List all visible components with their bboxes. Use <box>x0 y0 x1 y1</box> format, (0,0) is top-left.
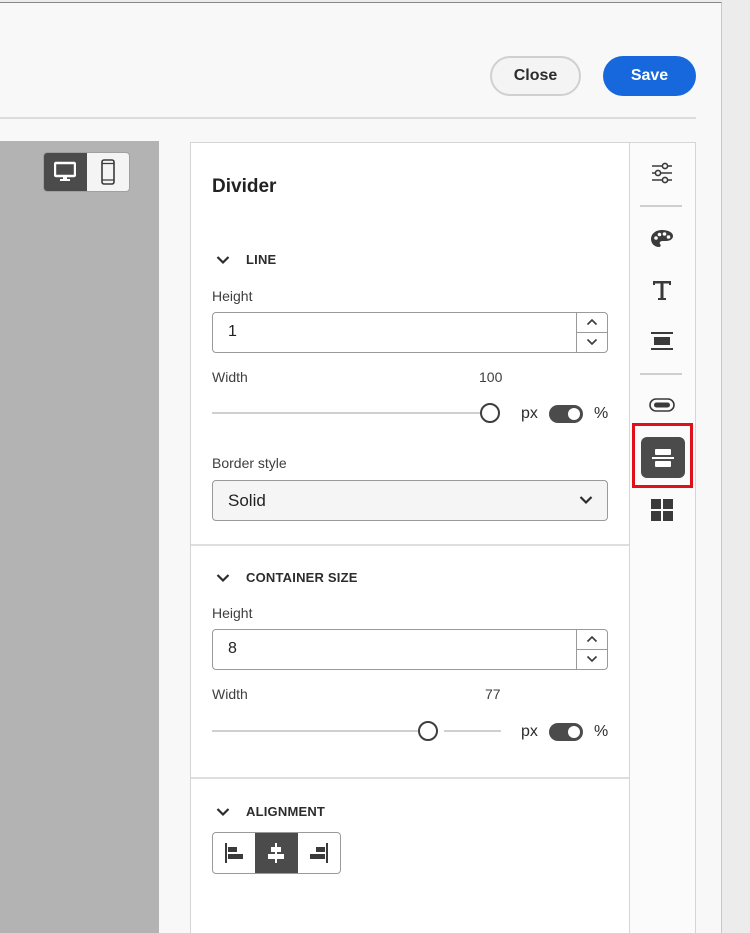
container-height-field[interactable]: 8 <box>212 629 608 670</box>
line-section-header[interactable]: LINE <box>216 252 276 267</box>
text-icon <box>653 281 671 300</box>
border-style-select[interactable]: Solid <box>212 480 608 521</box>
chevron-down-icon <box>586 339 598 346</box>
rail-divider <box>640 373 682 375</box>
header-divider <box>0 117 696 119</box>
close-button[interactable]: Close <box>490 56 581 96</box>
container-width-slider-thumb[interactable] <box>418 721 438 741</box>
panel-title: Divider <box>212 176 277 197</box>
align-left-button[interactable] <box>213 833 255 873</box>
chevron-down-icon <box>586 656 598 663</box>
chevron-up-icon <box>586 319 598 326</box>
align-left-icon <box>225 843 244 863</box>
divider-tab[interactable] <box>641 437 685 478</box>
line-height-label: Height <box>212 288 253 304</box>
divider-spacing-icon <box>651 332 673 350</box>
line-width-label: Width <box>212 369 248 385</box>
container-height-value[interactable]: 8 <box>228 640 237 658</box>
container-width-slider-rest[interactable] <box>444 730 501 732</box>
line-unit-toggle[interactable] <box>549 405 583 423</box>
chevron-down-icon <box>216 807 230 816</box>
save-button[interactable]: Save <box>603 56 696 96</box>
line-height-field[interactable]: 1 <box>212 312 608 353</box>
desktop-icon <box>54 161 77 181</box>
sliders-icon <box>652 162 672 184</box>
settings-tab[interactable] <box>647 158 677 188</box>
container-section-title: CONTAINER SIZE <box>246 570 358 585</box>
border-style-label: Border style <box>212 455 287 471</box>
container-unit-px: px <box>521 723 538 740</box>
layout-tab[interactable] <box>647 495 677 525</box>
mobile-view-button[interactable] <box>87 153 130 191</box>
decrement-button[interactable] <box>577 333 607 353</box>
button-icon <box>649 398 675 412</box>
chevron-up-icon <box>586 636 598 643</box>
align-center-icon <box>268 843 285 863</box>
container-unit-toggle[interactable] <box>549 723 583 741</box>
section-divider <box>191 544 629 546</box>
alignment-section-title: ALIGNMENT <box>246 804 326 819</box>
container-width-slider-track[interactable] <box>212 730 418 732</box>
container-width-value: 77 <box>485 686 501 702</box>
line-height-stepper <box>576 313 607 352</box>
border-style-value: Solid <box>228 491 266 510</box>
line-width-slider-thumb[interactable] <box>480 403 500 423</box>
divider-icon <box>652 448 674 467</box>
container-height-stepper <box>576 630 607 669</box>
preview-canvas[interactable] <box>0 141 159 933</box>
tool-rail <box>630 143 695 933</box>
style-tab[interactable] <box>647 224 677 254</box>
text-tab[interactable] <box>647 275 677 305</box>
palette-icon <box>651 230 673 247</box>
grid-icon <box>651 499 673 521</box>
decrement-button[interactable] <box>577 650 607 670</box>
alignment-buttons <box>212 832 341 874</box>
line-unit-percent: % <box>594 405 609 422</box>
align-center-button[interactable] <box>255 833 298 873</box>
increment-button[interactable] <box>577 313 607 333</box>
increment-button[interactable] <box>577 630 607 650</box>
device-toggle <box>43 152 130 192</box>
line-unit-px: px <box>521 405 538 422</box>
chevron-down-icon <box>216 255 230 264</box>
container-height-label: Height <box>212 605 253 621</box>
chevron-down-icon <box>579 496 593 505</box>
container-width-label: Width <box>212 686 248 702</box>
line-height-value[interactable]: 1 <box>228 323 237 341</box>
line-width-value: 100 <box>479 369 503 385</box>
section-divider <box>191 777 629 779</box>
spacing-tab[interactable] <box>647 326 677 356</box>
chevron-down-icon <box>216 573 230 582</box>
rail-divider <box>640 205 682 207</box>
align-right-button[interactable] <box>298 833 340 873</box>
container-section-header[interactable]: CONTAINER SIZE <box>216 570 358 585</box>
alignment-section-header[interactable]: ALIGNMENT <box>216 804 325 819</box>
align-right-icon <box>309 843 328 863</box>
line-width-slider-track[interactable] <box>212 412 480 414</box>
tool-rail-border <box>629 143 630 933</box>
desktop-view-button[interactable] <box>44 153 87 191</box>
line-section-title: LINE <box>246 252 277 267</box>
mobile-icon <box>100 159 115 185</box>
container-unit-percent: % <box>594 723 609 740</box>
button-tab[interactable] <box>647 390 677 420</box>
